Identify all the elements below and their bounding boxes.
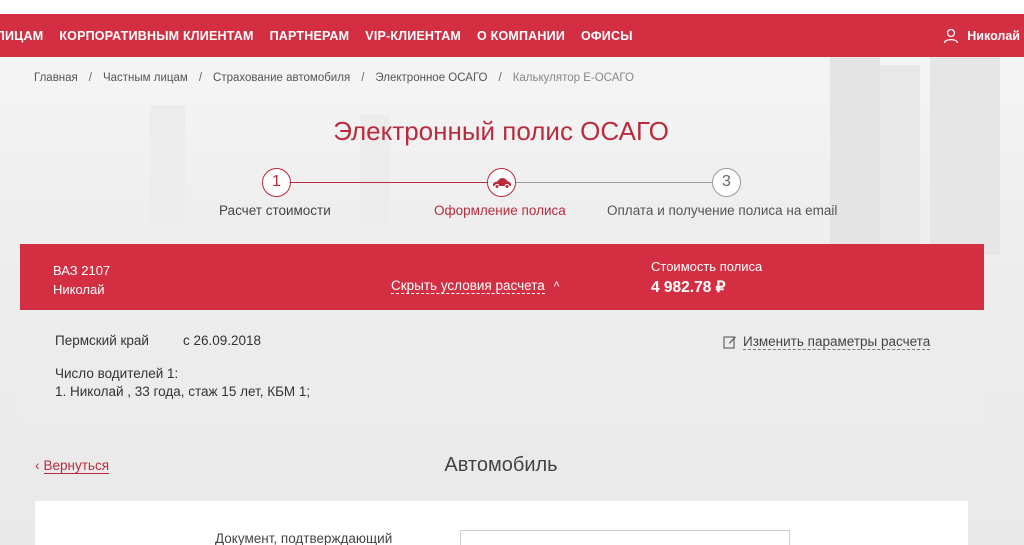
region: Пермский край [55, 333, 149, 348]
user-name: Николай [967, 28, 1020, 43]
breadcrumb-eosago[interactable]: Электронное ОСАГО [375, 72, 487, 84]
nav-items: ЛИЦАМ КОРПОРАТИВНЫМ КЛИЕНТАМ ПАРТНЕРАМ V… [0, 29, 649, 43]
step-1-circle: 1 [262, 168, 291, 197]
car-icon [492, 178, 511, 189]
page-title: Электронный полис ОСАГО [333, 116, 669, 146]
top-strip [0, 0, 1024, 14]
step-1-label: Расчет стоимости [219, 203, 331, 218]
step-2-label: Оформление полиса [434, 203, 566, 218]
document-label: Документ, подтверждающий [215, 531, 393, 545]
step-connector-2 [515, 182, 713, 183]
nav-item-offices[interactable]: ОФИСЫ [581, 29, 633, 43]
owner-name: Николай [53, 282, 105, 297]
toggle-conditions-label: Скрыть условия расчета [391, 278, 545, 293]
edit-parameters-label: Изменить параметры расчета [743, 334, 931, 350]
driver-item: 1. Николай , 33 года, стаж 15 лет, КБМ 1… [55, 384, 311, 399]
policy-price: 4 982.78 ₽ [651, 279, 726, 296]
breadcrumb-individuals[interactable]: Частным лицам [103, 72, 188, 84]
nav-item-vip[interactable]: VIP-КЛИЕНТАМ [365, 29, 461, 43]
edit-parameters-button[interactable]: Изменить параметры расчета [723, 334, 931, 350]
nav-item-individuals[interactable]: ЛИЦАМ [0, 29, 43, 43]
vehicle-form: Документ, подтверждающий [35, 501, 968, 545]
start-date: с 26.09.2018 [183, 333, 262, 348]
edit-icon [723, 336, 736, 349]
step-3-label: Оплата и получение полиса на email [607, 203, 838, 218]
section-title: Автомобиль [444, 454, 558, 476]
drivers-info: Число водителей 1: 1. Николай , 33 года,… [55, 365, 310, 401]
breadcrumb-car-insurance[interactable]: Страхование автомобиля [213, 72, 350, 84]
toggle-conditions-button[interactable]: Скрыть условия расчета ˄ [391, 278, 560, 294]
user-icon [944, 28, 959, 43]
breadcrumb-current: Калькулятор Е-ОСАГО [512, 72, 634, 84]
document-select[interactable] [460, 530, 790, 545]
breadcrumb: Главная / Частным лицам / Страхование ав… [34, 72, 634, 84]
nav-item-corporate[interactable]: КОРПОРАТИВНЫМ КЛИЕНТАМ [59, 29, 253, 43]
user-menu[interactable]: Николай [943, 14, 1020, 57]
step-3-circle: 3 [712, 168, 741, 197]
breadcrumb-separator: / [88, 72, 92, 84]
nav-item-about[interactable]: О КОМПАНИИ [477, 29, 565, 43]
policy-summary-bar: ВАЗ 2107 Николай Скрыть условия расчета … [20, 244, 984, 310]
drivers-count: Число водителей 1: [55, 366, 179, 381]
calculation-conditions: Пермский край с 26.09.2018 Число водител… [20, 310, 984, 423]
nav-item-partners[interactable]: ПАРТНЕРАМ [270, 29, 350, 43]
step-connector-1 [290, 182, 488, 183]
breadcrumb-home[interactable]: Главная [34, 72, 78, 84]
step-2-circle [487, 168, 516, 197]
chevron-up-icon: ˄ [553, 279, 560, 291]
breadcrumb-separator: / [498, 72, 502, 84]
progress-steps: 1 Расчет стоимости Оформление полиса 3 О… [0, 168, 1024, 228]
price-label: Стоимость полиса [651, 259, 763, 274]
breadcrumb-separator: / [198, 72, 203, 84]
breadcrumb-separator: / [361, 72, 365, 84]
main-nav: ЛИЦАМ КОРПОРАТИВНЫМ КЛИЕНТАМ ПАРТНЕРАМ V… [0, 14, 1024, 57]
vehicle-model: ВАЗ 2107 [53, 263, 111, 278]
vehicle-owner-info: ВАЗ 2107 Николай [53, 261, 110, 299]
